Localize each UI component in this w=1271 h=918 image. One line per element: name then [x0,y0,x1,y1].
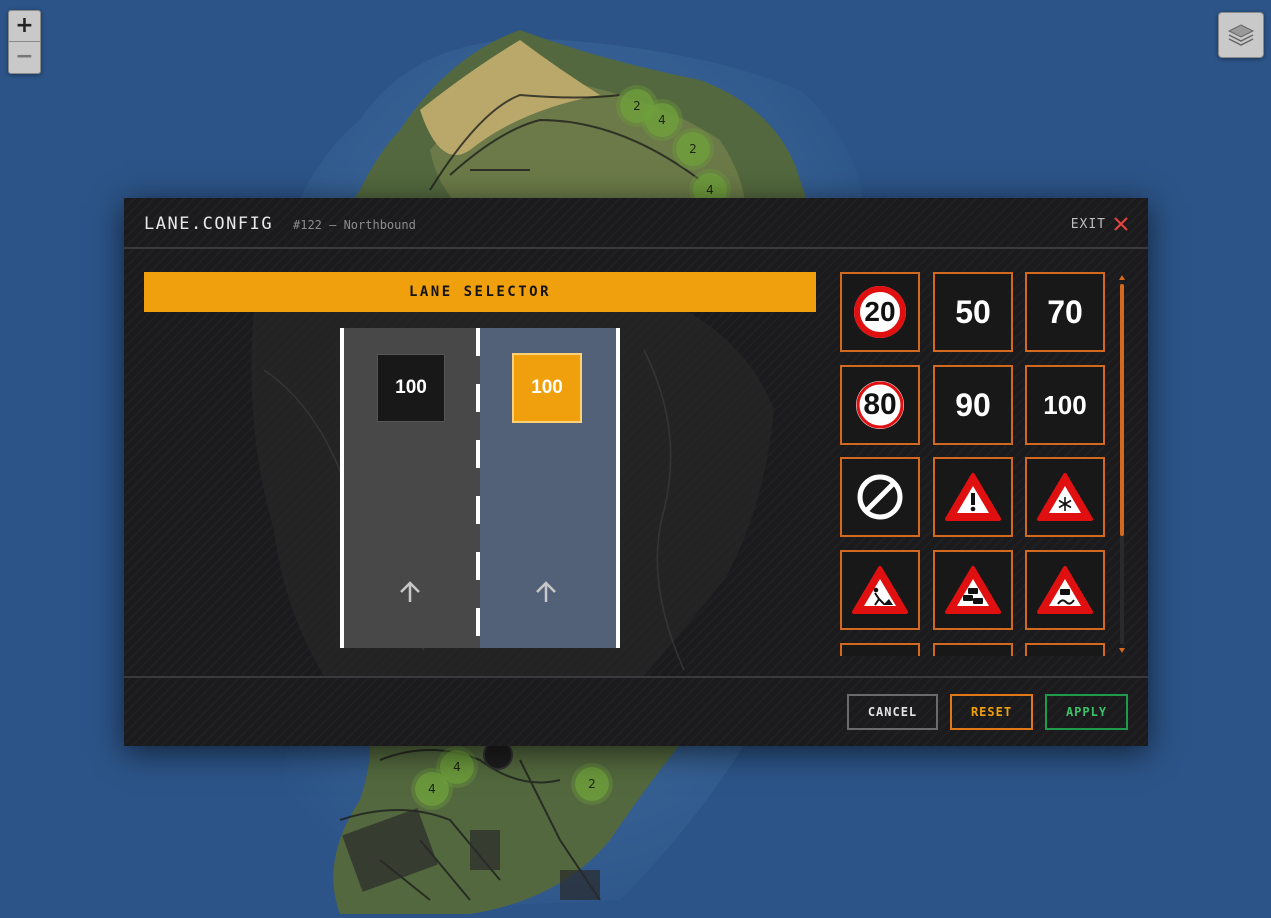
lane-divider-dash [476,552,480,580]
footer-divider [124,676,1148,678]
reset-button[interactable]: RESET [950,694,1033,730]
lane-2-sign[interactable]: 100 [512,353,582,423]
lane-divider-dash [476,384,480,412]
sign-slippery[interactable] [1025,550,1105,630]
map-cluster-marker[interactable]: 4 [415,772,449,806]
lane-divider-dash [476,608,480,636]
sign-speed-20-label: 20 [864,296,896,327]
lane-selector-header: LANE SELECTOR [144,272,816,312]
map-cluster-marker[interactable]: 2 [676,132,710,166]
sign-cell-partial[interactable] [1025,643,1105,656]
lane-1-sign[interactable]: 100 [377,354,445,422]
zoom-in-button[interactable]: + [9,11,40,41]
lane-1-direction-arrow-icon [400,581,420,602]
scrollbar-graphic [1119,275,1125,653]
roadworks-icon [852,566,908,614]
sign-speed-90-label: 90 [955,386,991,423]
sign-cell-partial[interactable] [933,643,1013,656]
dialog-subtitle: #122 — Northbound [293,218,416,232]
exit-button[interactable]: EXIT [1071,214,1128,234]
road-edge-right [616,328,620,648]
layers-button[interactable] [1218,12,1264,58]
sign-snow[interactable] [1025,457,1105,537]
exit-label: EXIT [1070,216,1106,232]
sign-speed-20[interactable]: 20 [840,272,920,352]
sign-speed-80-label: 80 [863,388,897,421]
sign-cell-partial[interactable] [840,643,920,656]
snow-warning-icon [1037,473,1093,521]
lane-2-direction-arrow-icon [536,581,556,602]
sign-speed-50[interactable]: 50 [933,272,1013,352]
lane-config-dialog: LANE.CONFIG #122 — Northbound EXIT LANE … [124,198,1148,746]
zoom-out-button[interactable]: − [9,41,40,72]
lane-divider-dash [476,328,480,356]
sign-speed-50-label: 50 [955,293,991,330]
apply-button[interactable]: APPLY [1045,694,1128,730]
sign-danger[interactable] [933,457,1013,537]
lane-divider-dash [476,496,480,524]
sign-speed-100-label: 100 [1043,389,1087,420]
traffic-jam-icon [945,566,1001,614]
close-icon [1114,217,1128,231]
sign-speed-90[interactable]: 90 [933,365,1013,445]
sign-palette: 20 50 70 80 90 100 [840,272,1108,656]
sign-speed-70[interactable]: 70 [1025,272,1105,352]
lane-divider-dash [476,440,480,468]
sign-end-restriction[interactable] [840,457,920,537]
sign-speed-100[interactable]: 100 [1025,365,1105,445]
dialog-title: LANE.CONFIG [144,214,274,234]
sign-roadworks[interactable] [840,550,920,630]
sign-palette-scrollbar[interactable] [1118,274,1126,654]
sign-speed-70-label: 70 [1047,293,1083,330]
warning-triangle-icon [945,473,1001,521]
zoom-control: + − [8,10,41,74]
dialog-header: LANE.CONFIG #122 — Northbound EXIT [124,198,1148,249]
sign-traffic-jam[interactable] [933,550,1013,630]
no-entry-circle-icon [857,474,903,520]
slippery-road-icon [1037,566,1093,614]
layers-icon [1227,24,1255,46]
cancel-button[interactable]: CANCEL [847,694,938,730]
road-edge-left [340,328,344,648]
road-preview: 100 100 [340,328,620,648]
map-cluster-marker[interactable]: 4 [645,103,679,137]
map-cluster-marker[interactable]: 2 [575,767,609,801]
sign-speed-80[interactable]: 80 [840,365,920,445]
